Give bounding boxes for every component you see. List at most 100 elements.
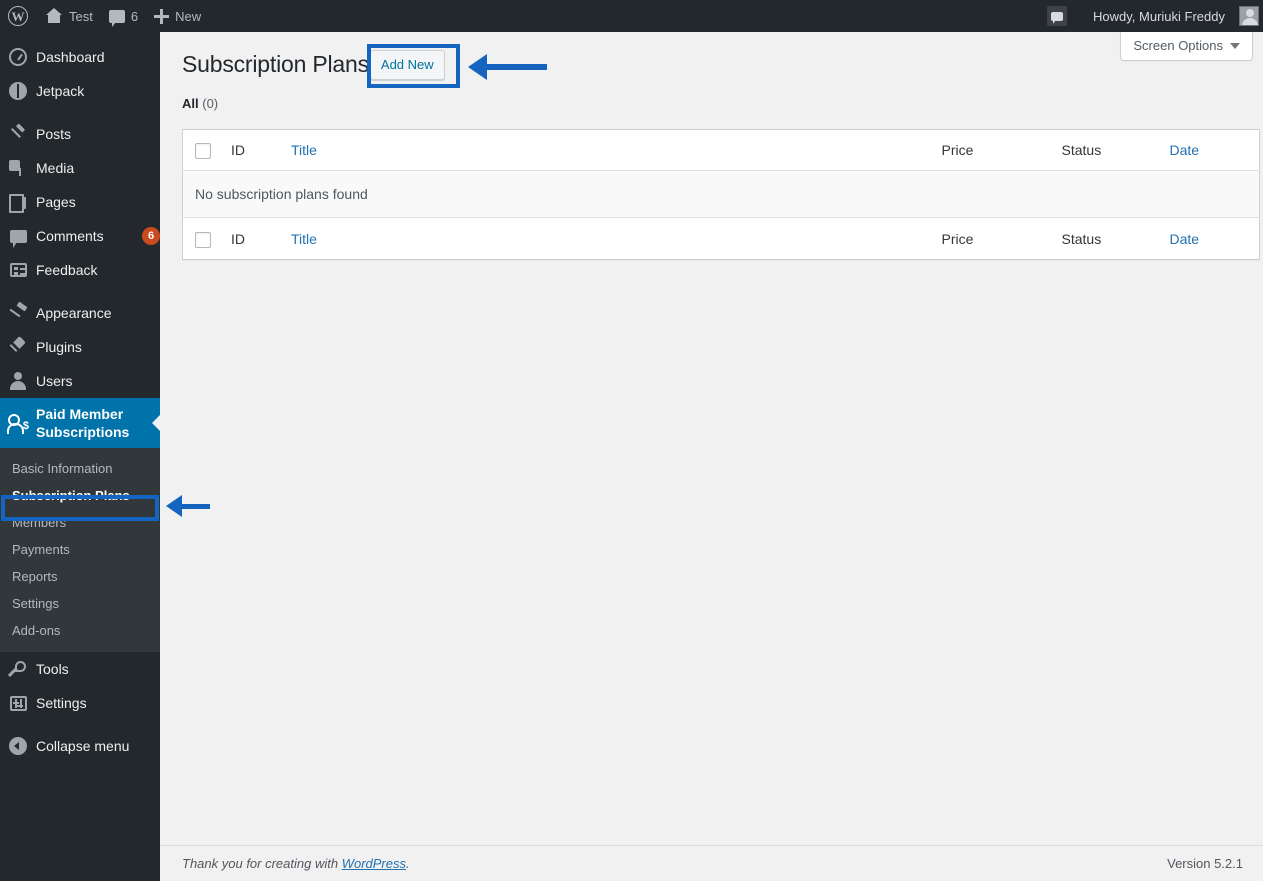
sidebar-item-label: Feedback xyxy=(36,261,98,278)
menu-divider xyxy=(0,287,160,296)
submenu-item-payments[interactable]: Payments xyxy=(0,536,160,563)
plus-icon xyxy=(154,8,170,24)
notifications-button[interactable] xyxy=(1039,0,1075,32)
sidebar-item-comments[interactable]: Comments 6 xyxy=(0,219,160,253)
sidebar-item-label: Comments xyxy=(36,227,104,244)
sidebar-item-label: Media xyxy=(36,159,75,176)
filter-all-link[interactable]: All xyxy=(182,96,199,111)
menu-divider xyxy=(0,720,160,729)
comments-count-label: 6 xyxy=(130,8,139,24)
sidebar-item-tools[interactable]: Tools xyxy=(0,652,160,686)
filter-all-count: (0) xyxy=(202,96,219,111)
submenu-item-basic-information[interactable]: Basic Information xyxy=(0,455,160,482)
table-head: ID Title Price Status Date xyxy=(182,129,1260,172)
column-header-price: Price xyxy=(931,129,1052,172)
site-name-label: Test xyxy=(69,8,93,24)
select-all-footer-header xyxy=(182,217,221,260)
sidebar-item-media[interactable]: Media xyxy=(0,151,160,185)
empty-state-message: No subscription plans found xyxy=(182,170,1260,218)
howdy-label: Howdy, Muriuki Freddy xyxy=(1093,8,1225,24)
wordpress-logo-icon: W xyxy=(8,6,28,26)
column-footer-title[interactable]: Title xyxy=(281,217,932,260)
sidebar-item-feedback[interactable]: Feedback xyxy=(0,253,160,287)
select-all-header xyxy=(182,129,221,172)
media-icon xyxy=(0,159,36,177)
table-body: No subscription plans found xyxy=(182,170,1260,218)
sidebar-item-label: Settings xyxy=(36,695,87,712)
avatar xyxy=(1239,6,1259,26)
main-content-area: Screen Options Subscription Plans Add Ne… xyxy=(160,32,1263,881)
admin-bar: W Test 6 New Howdy, Muriuki Freddy xyxy=(0,0,1263,32)
admin-sidebar-menu: Dashboard Jetpack Posts Media Pages Comm… xyxy=(0,32,160,881)
column-header-id: ID xyxy=(221,129,281,172)
user-icon xyxy=(0,372,36,390)
sidebar-item-dashboard[interactable]: Dashboard xyxy=(0,40,160,74)
page-title: Subscription Plans xyxy=(182,51,369,78)
sidebar-item-label: Appearance xyxy=(36,304,112,321)
empty-state-row: No subscription plans found xyxy=(182,170,1260,218)
jetpack-icon xyxy=(0,82,36,100)
wordpress-logo-button[interactable]: W xyxy=(0,0,37,32)
sidebar-item-appearance[interactable]: Appearance xyxy=(0,296,160,330)
collapse-arrow-icon xyxy=(0,737,36,756)
sidebar-item-posts[interactable]: Posts xyxy=(0,117,160,151)
comment-bubble-icon xyxy=(1047,6,1068,26)
home-icon xyxy=(45,8,63,24)
submenu-item-members[interactable]: Members xyxy=(0,509,160,536)
select-all-checkbox-footer[interactable] xyxy=(195,231,211,248)
submenu-item-reports[interactable]: Reports xyxy=(0,563,160,590)
footer-thanks-suffix: . xyxy=(406,856,410,871)
admin-bar-right-group: Howdy, Muriuki Freddy xyxy=(1039,0,1263,32)
sidebar-item-users[interactable]: Users xyxy=(0,364,160,398)
sidebar-item-label: Plugins xyxy=(36,338,82,355)
column-header-title[interactable]: Title xyxy=(281,129,932,172)
column-header-date[interactable]: Date xyxy=(1159,129,1260,172)
feedback-icon xyxy=(0,263,36,277)
sidebar-item-label: Pages xyxy=(36,193,76,210)
sidebar-item-jetpack[interactable]: Jetpack xyxy=(0,74,160,108)
submenu-item-add-ons[interactable]: Add-ons xyxy=(0,617,160,644)
screen-options-label: Screen Options xyxy=(1133,38,1223,53)
comment-bubble-icon xyxy=(108,9,125,27)
status-filter-list: All (0) xyxy=(182,96,1243,111)
table-header-row: ID Title Price Status Date xyxy=(182,129,1260,172)
sidebar-item-pages[interactable]: Pages xyxy=(0,185,160,219)
submenu-item-subscription-plans[interactable]: Subscription Plans xyxy=(0,482,160,509)
account-menu[interactable]: Howdy, Muriuki Freddy xyxy=(1075,0,1263,32)
wordpress-link[interactable]: WordPress xyxy=(342,856,406,871)
pages-icon xyxy=(0,193,36,213)
select-all-checkbox[interactable] xyxy=(195,143,211,160)
column-footer-status: Status xyxy=(1051,217,1160,260)
new-content-button[interactable]: New xyxy=(146,0,209,32)
sidebar-item-settings[interactable]: Settings xyxy=(0,686,160,720)
page-wrap: Subscription Plans Add New All (0) ID Ti… xyxy=(160,32,1263,260)
pin-icon xyxy=(0,125,36,143)
page-title-row: Subscription Plans Add New xyxy=(182,42,1243,88)
wrench-icon xyxy=(0,660,36,678)
footer-thanks: Thank you for creating with WordPress. xyxy=(182,856,410,871)
sidebar-item-label: Dashboard xyxy=(36,48,105,65)
footer-thanks-prefix: Thank you for creating with xyxy=(182,856,342,871)
sidebar-item-paid-member-subscriptions[interactable]: $ Paid Member Subscriptions xyxy=(0,398,160,449)
sidebar-item-label: Jetpack xyxy=(36,82,85,99)
sidebar-item-label: Tools xyxy=(36,661,69,678)
menu-divider xyxy=(0,108,160,117)
comments-bubble-button[interactable]: 6 xyxy=(101,0,146,32)
add-new-button[interactable]: Add New xyxy=(369,50,445,80)
comment-icon xyxy=(0,229,36,248)
sidebar-item-label: Paid Member Subscriptions xyxy=(36,406,130,441)
new-label: New xyxy=(175,8,202,24)
sidebar-item-collapse-menu[interactable]: Collapse menu xyxy=(0,729,160,763)
sidebar-item-label: Users xyxy=(36,372,73,389)
admin-footer: Thank you for creating with WordPress. V… xyxy=(160,845,1263,881)
screen-options-button[interactable]: Screen Options xyxy=(1120,32,1253,61)
site-name-button[interactable]: Test xyxy=(37,0,101,32)
plug-icon xyxy=(0,338,36,356)
footer-version: Version 5.2.1 xyxy=(1167,856,1243,871)
sidebar-item-plugins[interactable]: Plugins xyxy=(0,330,160,364)
dashboard-icon xyxy=(0,48,36,66)
submenu-item-settings[interactable]: Settings xyxy=(0,590,160,617)
column-header-status: Status xyxy=(1051,129,1160,172)
sidebar-item-label: Collapse menu xyxy=(36,738,130,755)
column-footer-date[interactable]: Date xyxy=(1159,217,1260,260)
